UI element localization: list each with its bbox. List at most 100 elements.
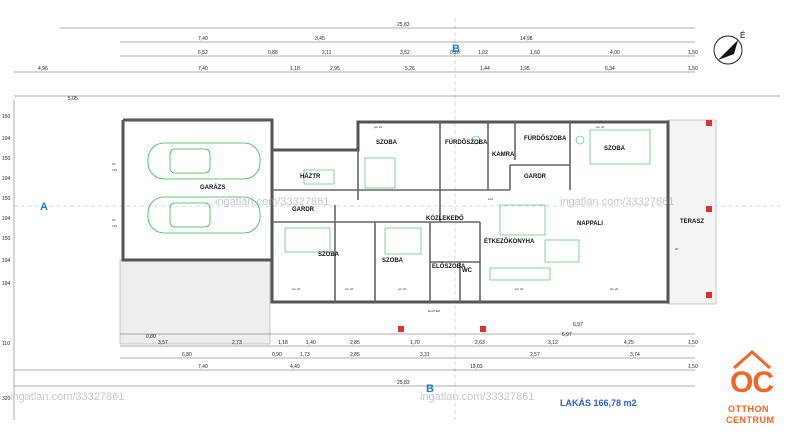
- mark-12: 220: [112, 224, 117, 228]
- dim-top-row2-0: 7,40: [198, 36, 208, 42]
- dim-bot-row3-0: 7,40: [198, 364, 208, 370]
- mark-1: pm 20: [345, 287, 354, 291]
- dim-top-total: 25,83: [397, 22, 410, 28]
- side-dim-2: 150: [2, 156, 11, 162]
- room-kamra: KAMRA: [492, 152, 515, 158]
- mark-10: 90: [112, 218, 116, 222]
- dim-top-row4-3: 2,95: [330, 66, 340, 72]
- dim-top-row2-1: 3,45: [315, 36, 325, 42]
- room-wc: WC: [462, 268, 473, 274]
- compass-label: É: [740, 31, 745, 40]
- dim-bot-left-2: 0,80: [146, 334, 156, 340]
- room-szoba-2: SZOBA: [604, 146, 626, 152]
- dim-bot-row1-5: 2,63: [475, 340, 485, 346]
- mark-7: 210: [455, 215, 460, 219]
- dim-bot-row2-3: 2,85: [350, 352, 360, 358]
- compass-icon: É: [710, 28, 750, 73]
- dim-top-row4-8: 1,50: [688, 66, 698, 72]
- mark-4: pm 20: [610, 287, 619, 291]
- dim-top-row2-2: 14,98: [520, 36, 533, 42]
- dim-top-row3-0: 6,52: [198, 50, 208, 56]
- mark-11: 220: [112, 168, 117, 172]
- dim-bot-row1-1: 1,18: [278, 340, 288, 346]
- dim-top-row4-5: 1,44: [480, 66, 490, 72]
- dim-bot-row3-2: 19,03: [470, 364, 483, 370]
- dim-bot-row1-8: 1,50: [688, 340, 698, 346]
- watermark-1: ingatlan.com/33327861: [215, 196, 329, 208]
- dim-bot-left-3: 6,97: [573, 322, 583, 328]
- dim-bot-row2-5: 2,57: [530, 352, 540, 358]
- side-dim-5: 194: [2, 216, 11, 222]
- mark-0: pm 20: [292, 287, 301, 291]
- axis-b-top: B: [452, 43, 460, 55]
- room-terasz: TERASZ: [680, 219, 704, 225]
- dim-top-row3-7: 4,00: [610, 50, 620, 56]
- dim-bot-row2-6: 3,74: [630, 352, 640, 358]
- dim-bot-row3-3: 1,50: [688, 364, 698, 370]
- dim-bot-row2-4: 3,31: [420, 352, 430, 358]
- top-dimension-lines: [14, 27, 780, 97]
- side-dim-1: 194: [2, 136, 11, 142]
- room-szoba-1: SZOBA: [376, 140, 398, 146]
- dim-top-row3-1: 0,88: [268, 50, 278, 56]
- dim-bot-row1-7: 4,25: [624, 340, 634, 346]
- dim-bot-row3-1: 4,49: [290, 364, 300, 370]
- dim-bot-row2-0: 6,80: [182, 352, 192, 358]
- watermark-3: ingatlan.com/33327861: [420, 391, 534, 403]
- axis-guides: [14, 18, 780, 420]
- dim-bot-left-0: 5,05: [68, 96, 78, 102]
- mark-13: 90: [675, 247, 679, 251]
- dim-bot-row2-1: 0,90: [272, 352, 282, 358]
- side-dim-4: 150: [2, 196, 11, 202]
- dim-top-row4-7: 6,34: [605, 66, 615, 72]
- watermark-4: ingatlan.com/33327861: [10, 391, 124, 403]
- red-markers: [398, 120, 712, 332]
- left-side-dims: 150 194 150 194 150 194 150 194 194 110 …: [2, 114, 11, 402]
- dim-bot-left-1: 3,57: [158, 340, 168, 346]
- dim-bot-row1-3: 2,85: [350, 340, 360, 346]
- room-eloszoba: ELŐSZOBA: [432, 263, 466, 270]
- dim-top-row4-1: 7,40: [198, 66, 208, 72]
- mark-3: pm 20: [515, 287, 524, 291]
- logo-letters: OC: [730, 366, 774, 399]
- logo-line2: CENTRUM: [726, 415, 775, 425]
- dim-top-row3-2: 2,11: [322, 50, 332, 56]
- dim-top-row4-4: 5,26: [405, 66, 415, 72]
- room-nappali: NAPPALI: [577, 221, 603, 227]
- axis-a-left: A: [40, 201, 48, 213]
- dim-bot-row2-2: 1,73: [300, 352, 310, 358]
- dim-bot-row1-6: 3,12: [548, 340, 558, 346]
- paved-area: [119, 259, 271, 345]
- watermark-2: ingatlan.com/33327861: [560, 196, 674, 208]
- mark-9: 90: [112, 162, 116, 166]
- mark-8: 210: [488, 197, 493, 201]
- room-furdoszoba-1: FÜRDŐSZOBA: [445, 139, 488, 146]
- dim-top-row3-3: 3,52: [400, 50, 410, 56]
- dim-bot-row1-2: 1,40: [306, 340, 316, 346]
- room-szoba-3: SZOBA: [318, 252, 340, 258]
- otthon-centrum-logo: OC OTTHON CENTRUM: [706, 349, 800, 440]
- dim-top-row4-0: 4,96: [38, 66, 48, 72]
- room-garazs: GARÁZS: [200, 184, 225, 191]
- side-dim-7: 194: [2, 258, 11, 264]
- mark-5: pm 20: [374, 125, 383, 129]
- mark-2: pm 20: [398, 287, 407, 291]
- room-etkezokonyha: ÉTKEZŐKONYHA: [484, 237, 535, 245]
- mark-6: pm 20: [596, 125, 605, 129]
- side-dim-3: 194: [2, 176, 11, 182]
- dim-top-row4-2: 1,18: [290, 66, 300, 72]
- side-dim-8: 194: [2, 281, 11, 287]
- side-dim-0: 150: [2, 114, 11, 120]
- dim-bot-total: 25,83: [397, 380, 410, 386]
- dim-top-row3-5: 1,02: [478, 50, 488, 56]
- logo-line1: OTTHON: [728, 404, 769, 414]
- room-gardr-1: GARDR: [524, 174, 547, 180]
- side-dim-6: 150: [2, 236, 11, 242]
- dim-bot-row1-4: 1,70: [410, 340, 420, 346]
- dim-bot-row1-0: 2,73: [232, 340, 242, 346]
- dim-top-row4-6: 1,95: [520, 66, 530, 72]
- room-eloter: ELŐTÉR: [428, 308, 441, 313]
- dim-top-row3-6: 1,60: [530, 50, 540, 56]
- room-furdoszoba-2: FÜRDŐSZOBA: [524, 135, 567, 142]
- room-szoba-4: SZOBA: [382, 258, 404, 264]
